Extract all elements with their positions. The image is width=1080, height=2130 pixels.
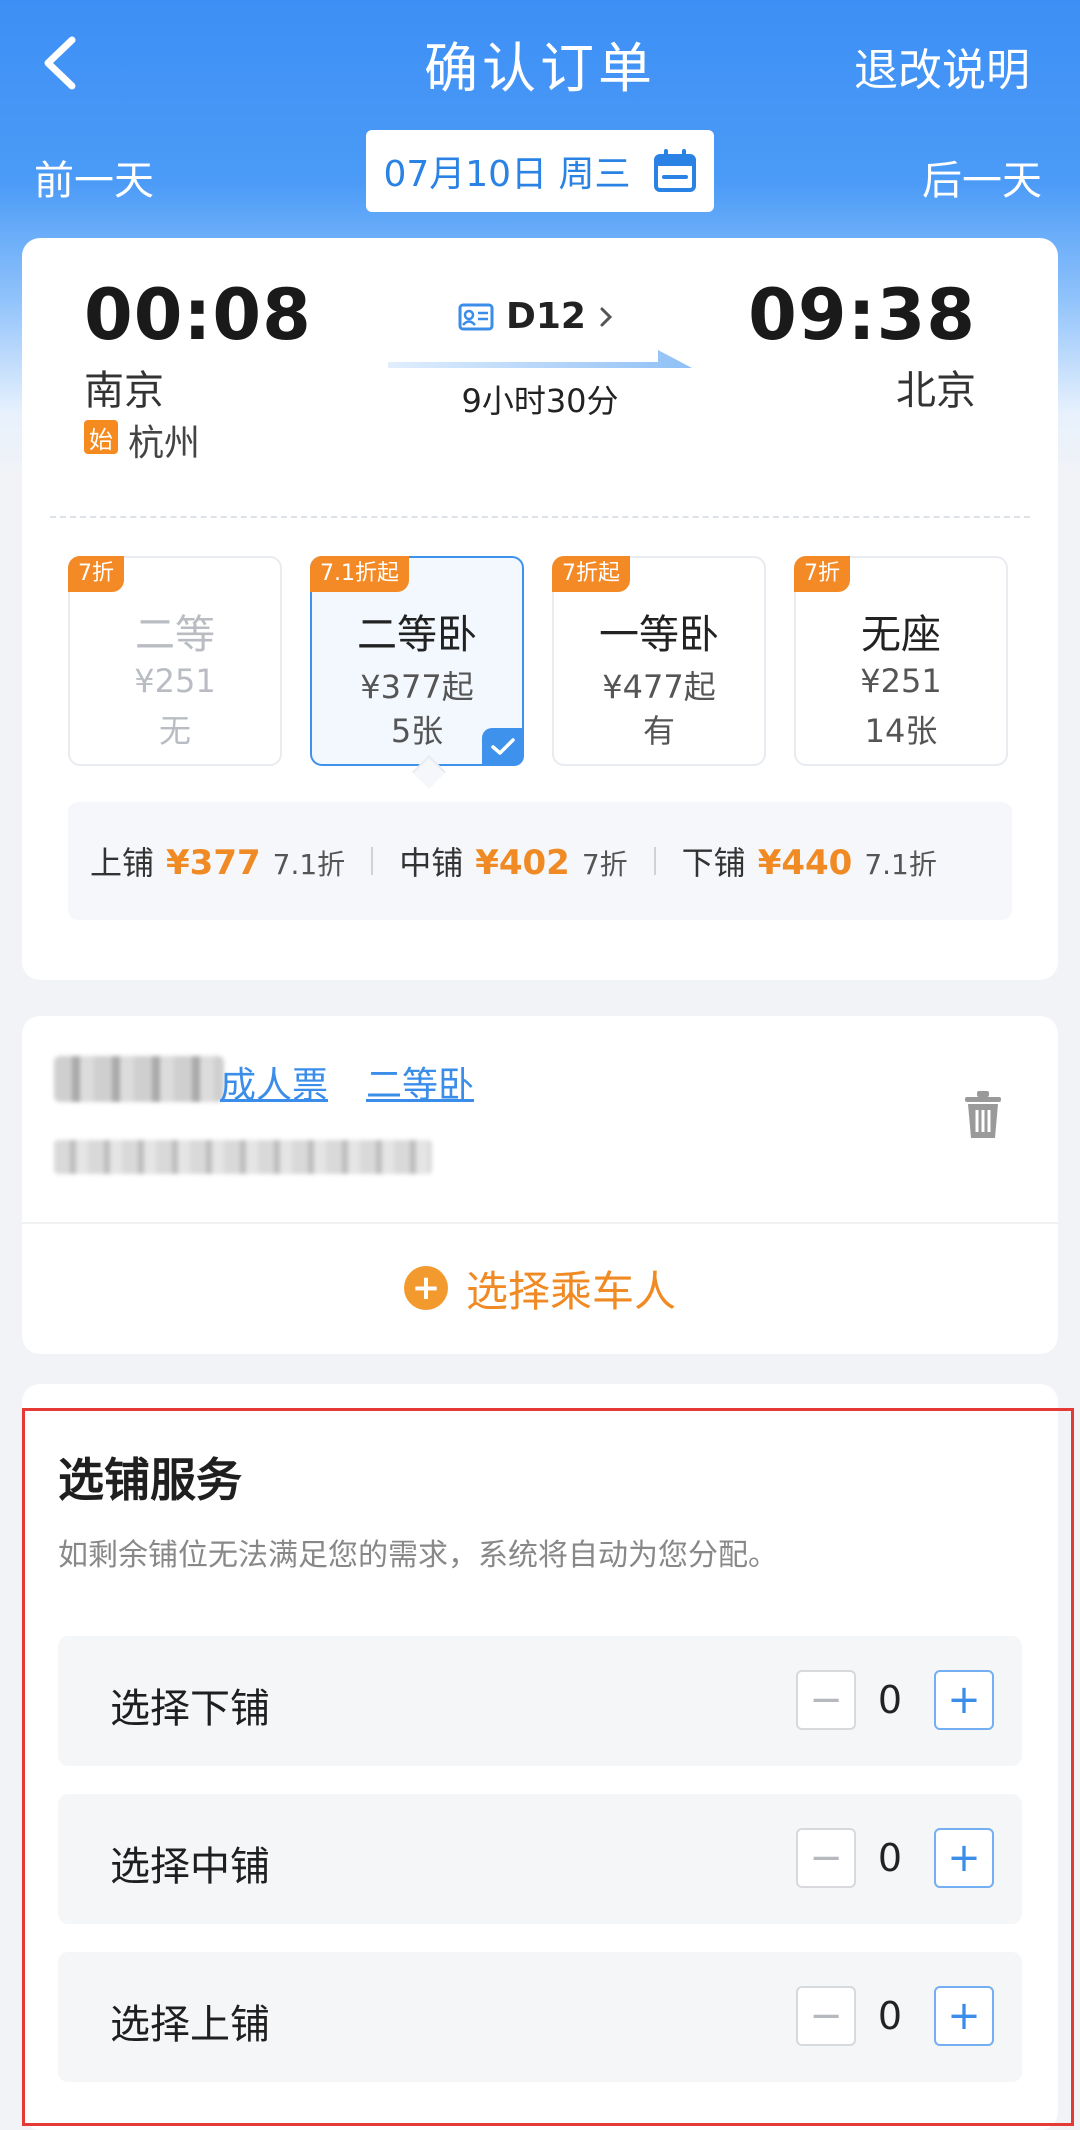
increment-button[interactable]: + [934,1670,994,1730]
divider [50,516,1030,518]
berth-label: 上铺 [90,844,155,882]
seat-availability: 无 [158,712,191,750]
seat-price: ¥251 [134,662,216,700]
quantity-value: 0 [877,1836,903,1880]
seat-price: ¥477起 [602,668,716,706]
seat-option[interactable]: 7折起 一等卧 ¥477起 有 [552,556,766,766]
date-picker[interactable]: 07月10日 周三 [366,130,714,212]
seat-option-selected[interactable]: 7.1折起 二等卧 ¥377起 5张 [310,556,524,766]
checkmark-icon [482,728,524,766]
berth-price-panel: 上铺 ¥377 7.1折 中铺 ¥402 7折 下铺 ¥440 7.1折 [68,802,1012,920]
separator [653,847,656,875]
berth-price: ¥440 [757,843,853,883]
increment-button[interactable]: + [934,1828,994,1888]
refund-policy-link[interactable]: 退改说明 [854,34,1030,98]
train-number-link[interactable]: D12 [458,296,614,337]
berth-selector-lower: 选择下铺 − 0 + [58,1636,1022,1766]
seat-option[interactable]: 7折 无座 ¥251 14张 [794,556,1008,766]
seat-option[interactable]: 7折 二等 ¥251 无 [68,556,282,766]
selected-date: 07月10日 周三 [383,154,631,195]
quantity-value: 0 [877,1994,903,2038]
route-arrow [388,350,692,368]
seat-name: 二等 [135,612,215,658]
origin-badge: 始 [84,420,118,454]
increment-button[interactable]: + [934,1986,994,2046]
berth-selector-label: 选择中铺 [110,1844,270,1890]
choose-passenger-label: 选择乘车人 [465,1266,676,1316]
berth-price-upper: 上铺 ¥377 7.1折 [90,838,345,884]
berth-discount: 7.1折 [272,848,346,881]
separator [371,847,374,875]
section-title: 选铺服务 [58,1453,242,1507]
decrement-button[interactable]: − [796,1828,856,1888]
discount-tag: 7折 [794,556,850,592]
berth-price: ¥402 [475,843,570,883]
section-description: 如剩余铺位无法满足您的需求，系统将自动为您分配。 [58,1538,778,1573]
seat-price: ¥251 [860,662,942,700]
seat-availability: 14张 [864,712,938,750]
calendar-icon [653,149,696,192]
choose-passenger-button[interactable]: + 选择乘车人 [22,1222,1058,1354]
berth-price-lower: 下铺 ¥440 7.1折 [682,838,937,884]
passenger-card: 成人票 二等卧 + 选择乘车人 [22,1016,1058,1354]
berth-selector-middle: 选择中铺 − 0 + [58,1794,1022,1924]
berth-selector-label: 选择上铺 [110,2002,270,2048]
arrive-time: 09:38 [748,274,976,356]
depart-time: 00:08 [84,274,312,356]
seat-name: 一等卧 [599,612,719,658]
berth-label: 中铺 [399,844,464,882]
discount-tag: 7.1折起 [310,556,409,592]
discount-tag: 7折 [68,556,124,592]
decrement-button[interactable]: − [796,1670,856,1730]
berth-label: 下铺 [681,844,746,882]
ticket-type-link[interactable]: 成人票 [220,1056,328,1108]
top-nav: 确认订单 退改说明 [0,0,1080,125]
discount-tag: 7折起 [552,556,630,592]
decrement-button[interactable]: − [796,1986,856,2046]
berth-discount: 7折 [581,848,628,881]
arrive-city: 北京 [896,368,976,414]
berth-price-middle: 中铺 ¥402 7折 [399,838,627,884]
plus-circle-icon: + [403,1266,448,1310]
id-card-icon [458,303,494,330]
date-bar: 前一天 07月10日 周三 后一天 [0,130,1080,212]
berth-price: ¥377 [166,843,261,883]
seat-name: 二等卧 [357,612,477,658]
seat-price: ¥377起 [360,668,474,706]
seat-availability: 有 [642,712,675,750]
berth-service-card: 选铺服务 如剩余铺位无法满足您的需求，系统将自动为您分配。 选择下铺 − 0 +… [22,1384,1058,2130]
berth-selector-label: 选择下铺 [110,1686,270,1732]
next-day-button[interactable]: 后一天 [922,148,1042,206]
trash-icon[interactable] [964,1090,1002,1140]
seat-type-link[interactable]: 二等卧 [366,1056,474,1108]
passenger-id-redacted [54,1140,432,1174]
passenger-name-redacted [54,1056,224,1102]
berth-discount: 7.1折 [864,848,937,881]
chevron-right-icon [600,307,613,326]
quantity-value: 0 [877,1678,903,1722]
berth-selector-upper: 选择上铺 − 0 + [58,1952,1022,2082]
seat-name: 无座 [861,612,941,658]
trip-card: 00:08 南京 始 杭州 D12 9小时30分 09:38 北京 7折 二等 … [22,238,1058,980]
train-number: D12 [506,296,586,337]
prev-day-button[interactable]: 前一天 [34,148,154,206]
